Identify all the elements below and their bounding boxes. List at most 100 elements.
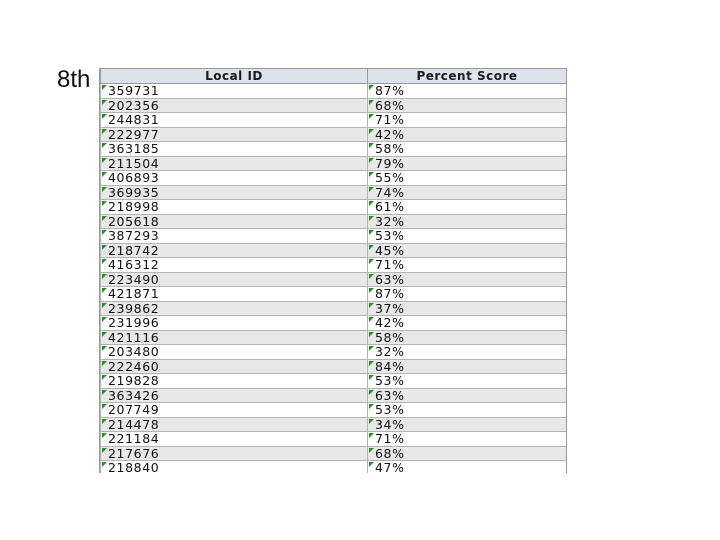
percent-score-cell[interactable]: 63%	[367, 271, 566, 287]
local-id-cell[interactable]: 416312	[100, 257, 368, 273]
table-row: 421871 87%	[100, 286, 566, 302]
table-row: 223490 63%	[100, 271, 566, 287]
local-id-cell[interactable]: 203480	[100, 344, 368, 360]
percent-score-cell[interactable]: 68%	[367, 445, 566, 461]
local-id-cell-value: 203480	[108, 344, 160, 360]
table-row: 239862 37%	[100, 300, 566, 316]
local-id-cell[interactable]: 214478	[100, 416, 368, 432]
percent-score-cell[interactable]: 87%	[367, 83, 566, 99]
table-row: 231996 42%	[100, 315, 566, 331]
percent-score-cell[interactable]: 47%	[367, 460, 566, 473]
number-as-text-indicator-icon	[102, 404, 107, 409]
local-id-cell[interactable]: 205618	[100, 213, 368, 229]
local-id-cell[interactable]: 211504	[100, 155, 368, 171]
local-id-cell[interactable]: 406893	[100, 170, 368, 186]
local-id-cell[interactable]: 218742	[100, 242, 368, 258]
percent-score-cell-value: 87%	[375, 286, 405, 302]
percent-score-cell-value: 32%	[375, 344, 405, 360]
percent-score-cell[interactable]: 53%	[367, 402, 566, 418]
percent-score-cell[interactable]: 37%	[367, 300, 566, 316]
local-id-cell[interactable]: 219828	[100, 373, 368, 389]
percent-score-cell[interactable]: 71%	[367, 431, 566, 447]
percent-score-cell[interactable]: 53%	[367, 373, 566, 389]
local-id-cell[interactable]: 359731	[100, 83, 368, 99]
percent-score-cell[interactable]: 58%	[367, 329, 566, 345]
percent-score-cell[interactable]: 32%	[367, 213, 566, 229]
percent-score-cell[interactable]: 61%	[367, 199, 566, 215]
number-as-text-indicator-icon	[102, 360, 107, 366]
table-row: 221184 71%	[100, 431, 566, 447]
percent-score-cell[interactable]: 42%	[367, 126, 566, 142]
percent-score-cell-value: 71%	[375, 431, 405, 447]
local-id-cell[interactable]: 363426	[100, 387, 368, 403]
percent-score-cell-value: 37%	[375, 300, 405, 316]
percent-score-cell[interactable]: 87%	[367, 286, 566, 302]
local-id-cell-value: 222977	[108, 126, 160, 142]
percent-score-cell[interactable]: 58%	[367, 141, 566, 157]
table-row: 202356 68%	[100, 97, 566, 113]
number-as-text-indicator-icon	[102, 215, 107, 221]
local-id-cell[interactable]: 218998	[100, 199, 368, 215]
local-id-cell[interactable]: 421116	[100, 329, 368, 345]
percent-score-cell[interactable]: 68%	[367, 97, 566, 113]
percent-score-cell[interactable]: 84%	[367, 358, 566, 374]
local-id-cell[interactable]: 244831	[100, 112, 368, 128]
local-id-cell[interactable]: 202356	[100, 97, 368, 113]
local-id-cell[interactable]: 387293	[100, 228, 368, 244]
percent-score-cell-value: 42%	[375, 315, 405, 331]
local-id-cell[interactable]: 222977	[100, 126, 368, 142]
spreadsheet-table: Local ID Percent Score 359731 87% 202356 68…	[99, 68, 567, 473]
local-id-cell[interactable]: 369935	[100, 184, 368, 200]
local-id-cell[interactable]: 222460	[100, 358, 368, 374]
local-id-cell-value: 369935	[108, 184, 160, 200]
number-as-text-indicator-icon	[369, 331, 374, 337]
number-as-text-indicator-icon	[102, 99, 107, 105]
percent-score-cell[interactable]: 34%	[367, 416, 566, 432]
number-as-text-indicator-icon	[102, 447, 107, 453]
percent-score-cell-value: 71%	[375, 112, 405, 128]
percent-score-cell[interactable]: 71%	[367, 112, 566, 128]
percent-score-cell[interactable]: 32%	[367, 344, 566, 360]
percent-score-cell-value: 53%	[375, 402, 405, 418]
percent-score-cell[interactable]: 42%	[367, 315, 566, 331]
number-as-text-indicator-icon	[369, 230, 374, 235]
percent-score-cell[interactable]: 55%	[367, 170, 566, 186]
local-id-cell[interactable]: 363185	[100, 141, 368, 157]
local-id-cell-value: 218840	[108, 460, 160, 473]
local-id-cell[interactable]: 421871	[100, 286, 368, 302]
percent-score-cell[interactable]: 45%	[367, 242, 566, 258]
percent-score-cell-value: 47%	[375, 460, 405, 473]
local-id-cell[interactable]: 218840	[100, 460, 368, 473]
number-as-text-indicator-icon	[369, 346, 374, 351]
local-id-cell-value: 363185	[108, 141, 160, 157]
table-row: 369935 74%	[100, 184, 566, 200]
number-as-text-indicator-icon	[102, 462, 107, 467]
local-id-cell[interactable]: 217676	[100, 445, 368, 461]
local-id-cell-value: 202356	[108, 97, 160, 113]
percent-score-cell[interactable]: 74%	[367, 184, 566, 200]
local-id-cell-value: 416312	[108, 257, 160, 273]
percent-score-cell-value: 68%	[375, 97, 405, 113]
local-id-cell[interactable]: 223490	[100, 271, 368, 287]
local-id-cell-value: 421116	[108, 329, 160, 345]
local-id-cell[interactable]: 207749	[100, 402, 368, 418]
percent-score-cell[interactable]: 53%	[367, 228, 566, 244]
local-id-cell[interactable]: 231996	[100, 315, 368, 331]
header-row: Local ID Percent Score	[100, 68, 566, 84]
table-row: 244831 71%	[100, 112, 566, 128]
percent-score-cell[interactable]: 63%	[367, 387, 566, 403]
number-as-text-indicator-icon	[369, 302, 374, 308]
percent-score-cell[interactable]: 71%	[367, 257, 566, 273]
table-row: 218840 47%	[100, 460, 566, 473]
number-as-text-indicator-icon	[369, 389, 374, 395]
local-id-cell[interactable]: 239862	[100, 300, 368, 316]
number-as-text-indicator-icon	[369, 273, 374, 279]
percent-score-cell-value: 53%	[375, 228, 405, 244]
number-as-text-indicator-icon	[369, 375, 374, 380]
local-id-cell[interactable]: 221184	[100, 431, 368, 447]
percent-score-cell[interactable]: 79%	[367, 155, 566, 171]
number-as-text-indicator-icon	[102, 85, 107, 90]
percent-score-cell-value: 61%	[375, 199, 405, 215]
local-id-cell-value: 421871	[108, 286, 160, 302]
table-row: 217676 68%	[100, 445, 566, 461]
